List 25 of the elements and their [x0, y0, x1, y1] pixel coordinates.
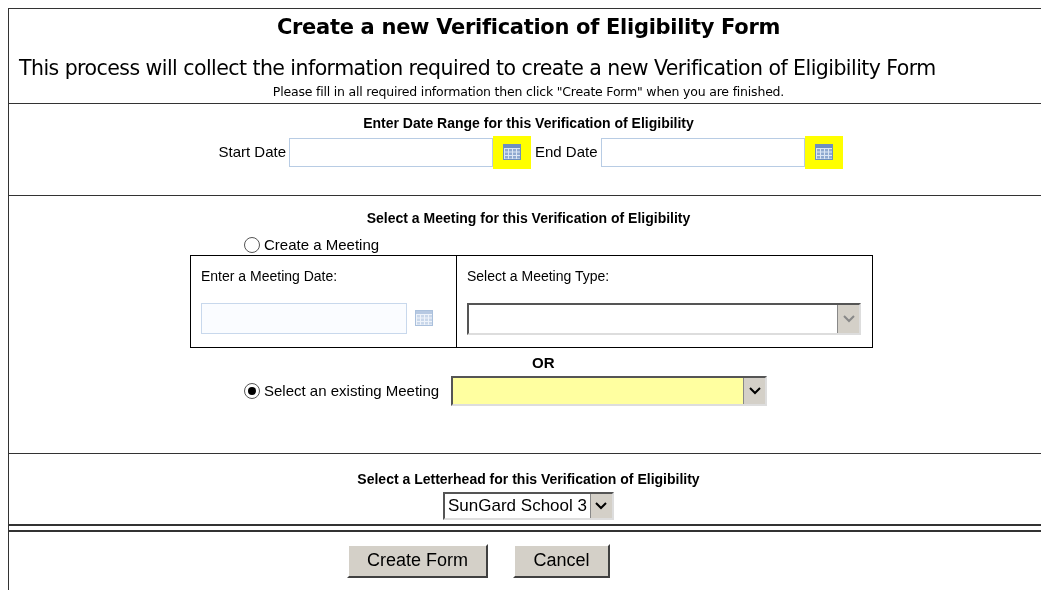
field-label: Select a Meeting Type:	[467, 266, 611, 286]
form-button[interactable]: Cancel	[513, 543, 610, 578]
form-button[interactable]: Create Form	[347, 543, 488, 578]
calendar-icon[interactable]	[503, 144, 521, 161]
instructions-text: Please fill in all required information then click "Create Form" when you are finished.	[271, 83, 786, 100]
date-input-field[interactable]	[289, 137, 493, 167]
radio-label: Create a Meeting	[264, 234, 380, 255]
section-heading: Select a Meeting for this Verification of Eligibility	[366, 208, 691, 228]
date-input-field[interactable]	[600, 137, 805, 167]
field-label: Start Date	[218, 142, 286, 162]
calendar-icon[interactable]	[814, 144, 833, 161]
dropdown[interactable]	[467, 302, 861, 335]
letterhead-dropdown[interactable]: SunGard School 3	[443, 491, 614, 520]
field-label: End Date	[535, 142, 598, 162]
dropdown[interactable]	[451, 376, 768, 407]
section-heading: Select a Letterhead for this Verification of Eligibility	[357, 469, 700, 489]
radio-button[interactable]	[244, 383, 260, 400]
or-label: OR	[532, 352, 556, 373]
calendar-icon[interactable]	[415, 310, 433, 327]
radio-label: Select an existing Meeting	[264, 381, 440, 401]
intro-text: This process will collect the information required to create a new Verification of Eligibility Form	[19, 55, 937, 82]
radio-button[interactable]	[244, 236, 260, 253]
page-title: Create a new Verification of Eligibility Form	[275, 14, 782, 42]
section-heading: Enter Date Range for this Verification of Eligibility	[363, 113, 694, 133]
field-label: Enter a Meeting Date:	[201, 266, 339, 286]
